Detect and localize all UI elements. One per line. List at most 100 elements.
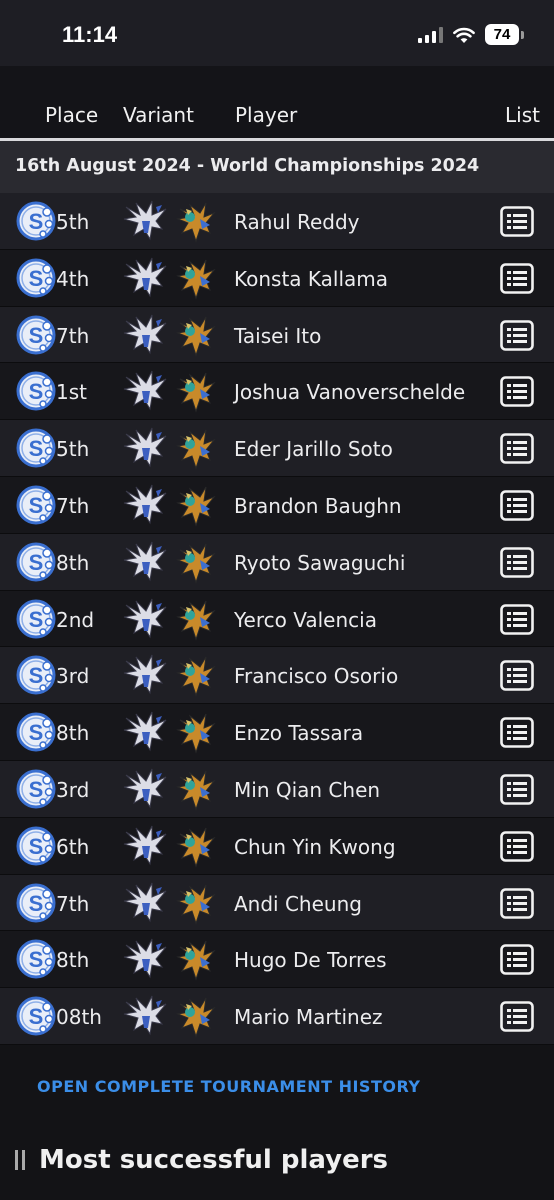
svg-text:S: S	[29, 1004, 44, 1029]
place-text: 8th	[56, 948, 90, 973]
s-circle-icon: S	[16, 428, 56, 468]
results-table: S 5th Rahul Reddy S 4th Konsta Kallama S…	[0, 193, 554, 1045]
decklist-icon[interactable]	[500, 1001, 534, 1032]
decklist-icon[interactable]	[500, 774, 534, 805]
decklist-icon[interactable]	[500, 546, 534, 578]
player-name[interactable]: Taisei Ito	[234, 324, 321, 348]
decklist-icon[interactable]	[500, 490, 534, 521]
player-name[interactable]: Hugo De Torres	[234, 948, 387, 972]
decklist-icon[interactable]	[500, 830, 534, 862]
table-row[interactable]: S 08th Mario Martinez	[0, 988, 554, 1045]
player-name[interactable]: Joshua Vanoverschelde	[234, 380, 465, 404]
lugia-sprite-icon	[123, 711, 167, 752]
table-row[interactable]: S 8th Ryoto Sawaguchi	[0, 533, 554, 591]
player-name[interactable]: Enzo Tassara	[234, 721, 363, 745]
tournament-history-link[interactable]: OPEN COMPLETE TOURNAMENT HISTORY	[37, 1077, 421, 1096]
svg-text:S: S	[29, 834, 44, 859]
place-cell: S 8th	[16, 939, 116, 979]
drag-handle-icon	[15, 1150, 18, 1170]
lugia-sprite-icon	[123, 257, 167, 298]
decklist-icon[interactable]	[500, 376, 534, 408]
battery-level: 74	[485, 24, 519, 45]
table-row[interactable]: S 2nd Yerco Valencia	[0, 590, 554, 648]
decklist-icon[interactable]	[500, 603, 534, 635]
variant-cell	[122, 483, 218, 527]
s-circle-icon: S	[16, 371, 56, 411]
table-row[interactable]: S 6th Chun Yin Kwong	[0, 817, 554, 875]
table-row[interactable]: S 5th Rahul Reddy	[0, 193, 554, 250]
table-row[interactable]: S 5th Eder Jarillo Soto	[0, 420, 554, 477]
bird-sprite-icon	[176, 941, 216, 981]
lugia-sprite-icon	[123, 371, 167, 411]
player-name[interactable]: Konsta Kallama	[234, 267, 388, 291]
player-name[interactable]: Eder Jarillo Soto	[234, 437, 393, 461]
table-row[interactable]: S 3rd Francisco Osorio	[0, 647, 554, 705]
table-row[interactable]: S 7th Taisei Ito	[0, 306, 554, 364]
variant-cell	[122, 881, 218, 925]
decklist-icon[interactable]	[500, 206, 534, 237]
decklist-icon[interactable]	[500, 717, 534, 748]
table-row[interactable]: S 8th Enzo Tassara	[0, 704, 554, 761]
player-name[interactable]: Francisco Osorio	[234, 664, 398, 688]
player-name[interactable]: Brandon Baughn	[234, 494, 402, 518]
decklist-icon[interactable]	[500, 433, 534, 464]
column-header-player[interactable]: Player	[235, 103, 297, 127]
table-row[interactable]: S 1st Joshua Vanoverschelde	[0, 363, 554, 421]
place-text: 2nd	[56, 607, 95, 632]
s-circle-icon: S	[16, 996, 56, 1036]
table-row[interactable]: S 3rd Min Qian Chen	[0, 760, 554, 818]
place-text: 8th	[56, 721, 90, 746]
variant-cell	[122, 199, 218, 243]
table-row[interactable]: S 7th Brandon Baughn	[0, 476, 554, 534]
table-row[interactable]: S 8th Hugo De Torres	[0, 931, 554, 989]
decklist-icon[interactable]	[500, 262, 534, 294]
s-circle-icon: S	[16, 655, 56, 695]
decklist-icon[interactable]	[500, 660, 534, 692]
section-title: Most successful players	[39, 1145, 389, 1175]
s-circle-icon: S	[16, 769, 56, 809]
player-name[interactable]: Mario Martinez	[234, 1005, 383, 1029]
place-text: 7th	[56, 891, 90, 916]
player-name[interactable]: Rahul Reddy	[234, 210, 360, 234]
place-cell: S 7th	[16, 315, 116, 355]
variant-cell	[122, 540, 218, 584]
place-cell: S 8th	[16, 712, 116, 752]
s-circle-icon: S	[16, 883, 56, 923]
variant-cell	[122, 369, 218, 413]
player-name[interactable]: Andi Cheung	[234, 892, 362, 916]
cellular-signal-icon	[418, 26, 443, 43]
lugia-sprite-icon	[123, 995, 167, 1036]
place-text: 1st	[56, 380, 87, 405]
place-text: 5th	[56, 437, 90, 462]
section-header: Most successful players	[15, 1140, 388, 1180]
bird-sprite-icon	[176, 316, 216, 357]
decklist-icon[interactable]	[500, 319, 534, 351]
lugia-sprite-icon	[123, 484, 167, 525]
bird-sprite-icon	[176, 259, 216, 300]
place-text: 4th	[56, 266, 90, 291]
place-text: 3rd	[56, 777, 90, 802]
lugia-sprite-icon	[123, 598, 167, 638]
decklist-icon[interactable]	[500, 944, 534, 976]
place-cell: S 08th	[16, 996, 116, 1036]
place-text: 7th	[56, 323, 90, 348]
bird-sprite-icon	[176, 884, 216, 925]
table-row[interactable]: S 7th Andi Cheung	[0, 874, 554, 932]
player-name[interactable]: Yerco Valencia	[234, 608, 377, 632]
place-cell: S 1st	[16, 371, 116, 411]
bird-sprite-icon	[176, 997, 216, 1038]
tournament-title: 16th August 2024 - World Championships 2…	[15, 156, 480, 176]
column-header-list[interactable]: List	[505, 103, 540, 127]
column-header-variant[interactable]: Variant	[123, 103, 194, 127]
decklist-icon[interactable]	[500, 887, 534, 919]
player-name[interactable]: Chun Yin Kwong	[234, 835, 396, 859]
column-header-place[interactable]: Place	[45, 103, 98, 127]
table-row[interactable]: S 4th Konsta Kallama	[0, 249, 554, 307]
place-text: 7th	[56, 493, 90, 518]
place-cell: S 6th	[16, 826, 116, 866]
player-name[interactable]: Ryoto Sawaguchi	[234, 551, 405, 575]
player-name[interactable]: Min Qian Chen	[234, 778, 380, 802]
lugia-sprite-icon	[123, 655, 167, 695]
s-circle-icon: S	[16, 712, 56, 752]
svg-text:S: S	[29, 607, 44, 632]
